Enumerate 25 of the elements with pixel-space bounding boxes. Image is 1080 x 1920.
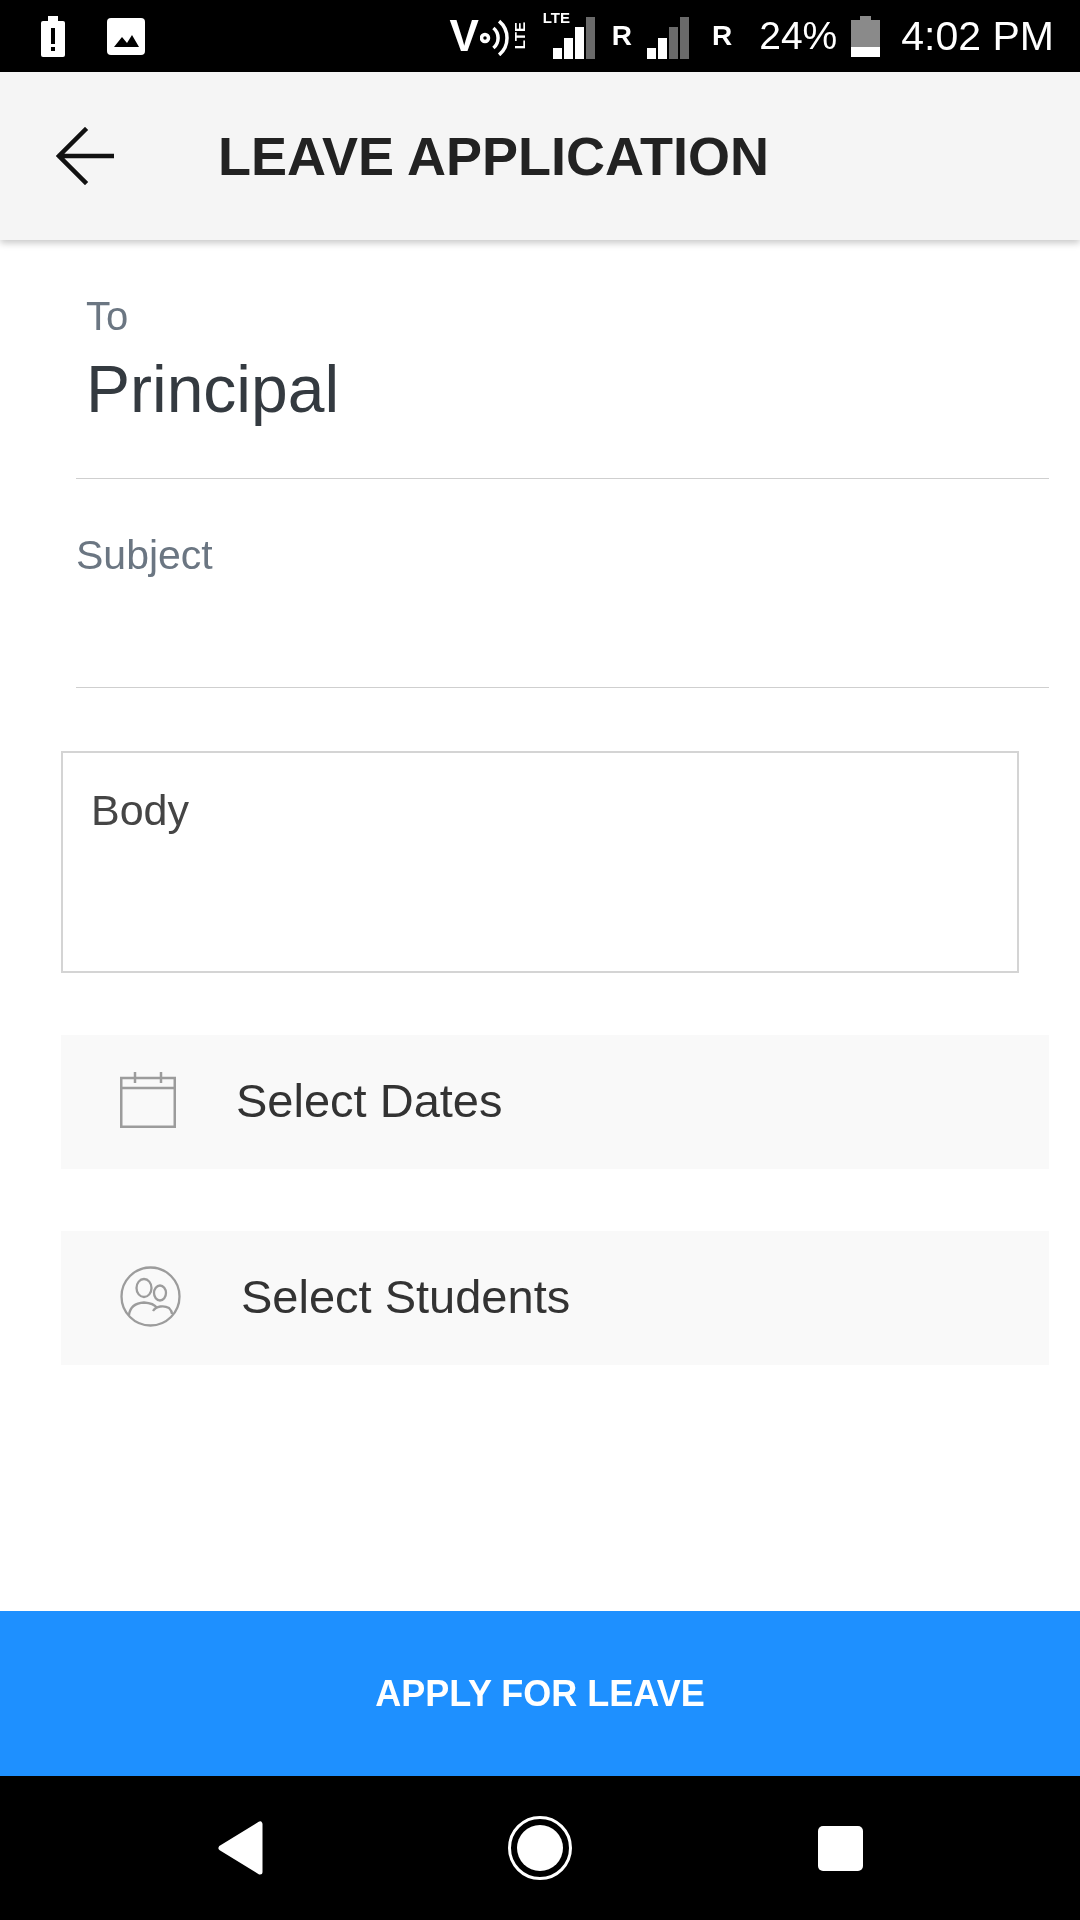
body-field[interactable]: Body <box>61 751 1019 973</box>
roaming-label: R <box>712 20 733 52</box>
select-students-button[interactable]: Select Students <box>61 1231 1049 1365</box>
calendar-icon <box>120 1072 176 1128</box>
subject-field[interactable]: Subject <box>76 531 676 579</box>
back-arrow-icon <box>56 127 114 185</box>
screen-title: LEAVE APPLICATION <box>218 125 770 188</box>
recents-icon[interactable] <box>817 1825 863 1871</box>
network-type-label: LTE <box>510 22 529 50</box>
home-icon[interactable] <box>508 1816 572 1880</box>
back-button[interactable] <box>56 127 114 185</box>
battery-percent: 24% <box>759 14 838 58</box>
signal-icon <box>647 17 689 59</box>
select-dates-button[interactable]: Select Dates <box>61 1035 1049 1169</box>
clock-time: 4:02 PM <box>901 14 1054 58</box>
people-icon <box>120 1265 181 1327</box>
recipient-field[interactable]: Principal <box>86 349 686 429</box>
image-icon <box>107 17 145 55</box>
network-label: V <box>449 14 479 58</box>
back-icon[interactable] <box>216 1820 264 1876</box>
network-type-label: LTE <box>542 9 570 26</box>
field-label: To <box>86 293 129 340</box>
roaming-label: R <box>611 20 632 52</box>
battery-alert-icon <box>41 15 65 57</box>
battery-icon <box>851 15 881 57</box>
